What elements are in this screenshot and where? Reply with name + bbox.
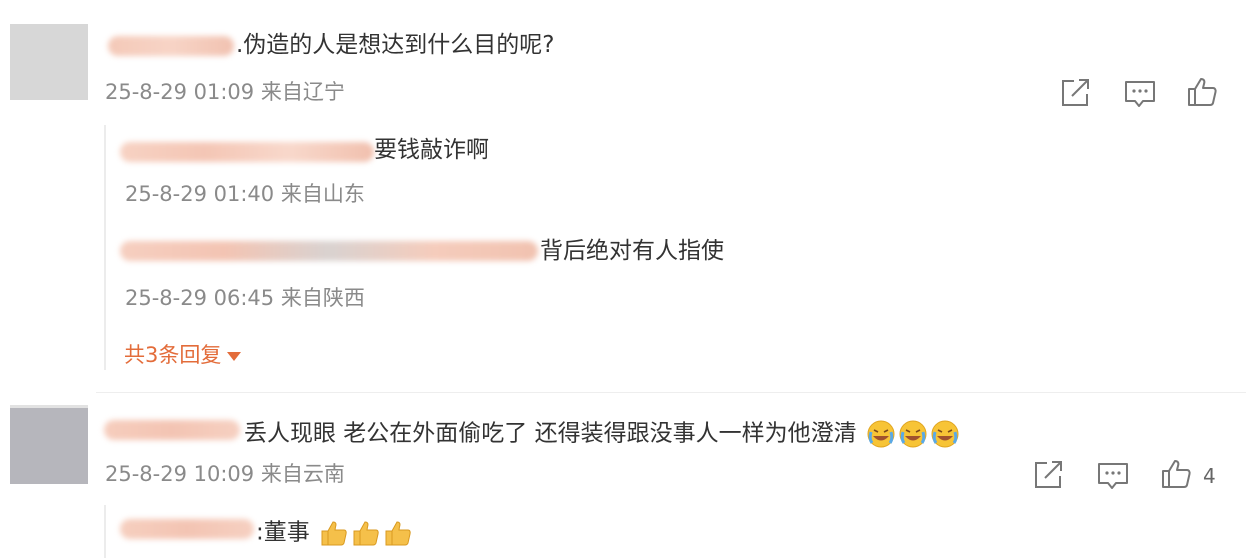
- reply-text: :董事: [256, 518, 413, 548]
- reply-text-body: :董事: [256, 519, 310, 546]
- thumbs-up-icon[interactable]: [1186, 76, 1218, 108]
- share-icon[interactable]: [1033, 460, 1065, 490]
- comment-text: 丢人现眼 老公在外面偷吃了 还得装得跟没事人一样为他澄清: [244, 419, 960, 449]
- chevron-down-icon: [227, 351, 242, 361]
- reply-text: 背后绝对有人指使: [540, 238, 724, 264]
- username-redacted[interactable]: [108, 36, 234, 56]
- comment-text-body: 丢人现眼 老公在外面偷吃了 还得装得跟没事人一样为他澄清: [244, 420, 857, 447]
- reply-meta: 25-8-29 01:40 来自山东: [125, 182, 365, 206]
- thumbs-up-emoji: [385, 521, 411, 546]
- avatar[interactable]: [10, 405, 88, 484]
- reply-thread-line: [104, 505, 106, 558]
- avatar[interactable]: [10, 24, 88, 100]
- username-redacted[interactable]: [120, 142, 374, 162]
- username-redacted[interactable]: [104, 420, 240, 440]
- thumbs-up-icon[interactable]: [1160, 458, 1192, 490]
- more-replies-link[interactable]: 共3条回复: [124, 343, 242, 367]
- comment-icon[interactable]: [1096, 461, 1130, 491]
- more-replies-label: 共3条回复: [124, 343, 222, 367]
- crying-laugh-emoji: [899, 420, 927, 448]
- share-icon[interactable]: [1060, 78, 1092, 108]
- crying-laugh-emoji: [867, 420, 895, 448]
- comment-meta: 25-8-29 10:09 来自云南: [105, 462, 345, 486]
- username-redacted[interactable]: [120, 519, 254, 539]
- reply-meta: 25-8-29 06:45 来自陕西: [125, 286, 365, 310]
- thumbs-up-emoji: [353, 521, 379, 546]
- comment-divider: [96, 392, 1246, 393]
- comment-icon[interactable]: [1123, 79, 1157, 109]
- like-count: 4: [1203, 464, 1216, 488]
- crying-laugh-emoji: [931, 420, 959, 448]
- reply-text: 要钱敲诈啊: [374, 137, 489, 163]
- reply-thread-line: [104, 125, 106, 370]
- thumbs-up-emoji: [321, 521, 347, 546]
- username-redacted[interactable]: [120, 241, 538, 261]
- comment-text: .伪造的人是想达到什么目的呢?: [236, 32, 555, 58]
- comment-meta: 25-8-29 01:09 来自辽宁: [105, 80, 345, 104]
